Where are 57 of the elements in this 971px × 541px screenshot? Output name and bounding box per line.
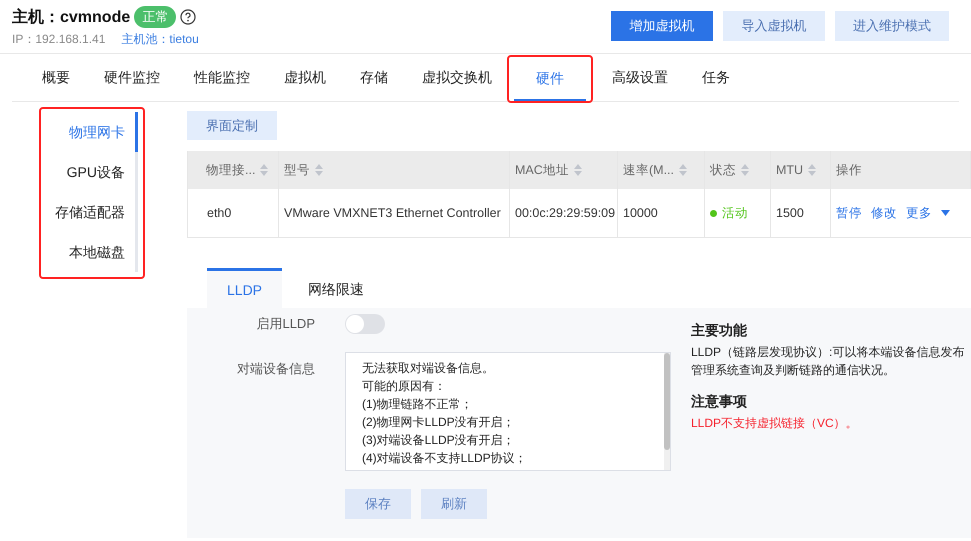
- table-cell: 10000: [623, 206, 658, 220]
- column-header[interactable]: 型号: [284, 162, 310, 178]
- column-header[interactable]: 速率(M...: [623, 162, 674, 178]
- customize-button[interactable]: 界面定制: [187, 111, 277, 140]
- action-button[interactable]: 增加虚拟机: [611, 11, 713, 41]
- table-cell: VMware VMXNET3 Ethernet Controller: [284, 206, 501, 220]
- column-header[interactable]: MAC地址: [515, 162, 569, 178]
- column-header[interactable]: MTU: [776, 163, 804, 177]
- field-label: 对端设备信息: [236, 360, 316, 378]
- host-title: 主机：cvmnode: [12, 7, 130, 28]
- sort-icon[interactable]: [260, 164, 268, 176]
- action-button[interactable]: 进入维护模式: [835, 11, 949, 41]
- form-button[interactable]: 刷新: [421, 489, 487, 519]
- help-icon[interactable]: [180, 9, 196, 25]
- tab[interactable]: 硬件: [514, 59, 586, 102]
- tab[interactable]: 存储: [348, 57, 400, 101]
- sort-icon[interactable]: [741, 164, 749, 176]
- sort-icon[interactable]: [808, 164, 816, 176]
- info-text: LLDP（链路层发现协议）:可以将本端设备信息发布 管理系统查询及判断链路的通信状况。: [691, 344, 964, 379]
- table-cell: eth0: [207, 206, 232, 220]
- sort-icon[interactable]: [315, 164, 323, 176]
- sidebar-item[interactable]: 物理网卡: [69, 112, 138, 152]
- tab[interactable]: 高级设置: [600, 57, 680, 101]
- info-text: LLDP不支持虚拟链接（VC）。: [691, 415, 859, 432]
- tab[interactable]: 硬件监控: [92, 57, 172, 101]
- tab[interactable]: 任务: [690, 57, 742, 101]
- action-link[interactable]: 暂停: [836, 204, 862, 222]
- tab[interactable]: 概要: [30, 57, 82, 101]
- column-header[interactable]: 操作: [836, 162, 862, 178]
- status-text: 活动: [722, 204, 748, 222]
- section-title: 注意事项: [691, 393, 748, 411]
- ip-address: IP：192.168.1.41: [12, 31, 106, 48]
- tab[interactable]: 虚拟交换机: [410, 57, 504, 101]
- tab[interactable]: 虚拟机: [272, 57, 338, 101]
- sort-icon[interactable]: [679, 164, 687, 176]
- field-label: 启用LLDP: [255, 315, 316, 333]
- form-button[interactable]: 保存: [345, 489, 411, 519]
- sidebar-item[interactable]: 存储适配器: [55, 192, 138, 232]
- action-link[interactable]: 修改: [871, 204, 897, 222]
- toggle-switch[interactable]: [345, 314, 385, 334]
- host-pool-link[interactable]: 主机池：tietou: [121, 31, 199, 48]
- caret-icon[interactable]: [941, 210, 950, 216]
- action-button[interactable]: 导入虚拟机: [723, 11, 825, 41]
- tab[interactable]: 性能监控: [182, 57, 262, 101]
- section-title: 主要功能: [691, 322, 748, 340]
- sidebar-item[interactable]: GPU设备: [66, 152, 138, 192]
- column-header[interactable]: 物理接...: [206, 162, 256, 178]
- column-header[interactable]: 状态: [710, 162, 736, 178]
- text-area[interactable]: 无法获取对端设备信息。 可能的原因有： (1)物理链路不正常； (2)物理网卡LLDP没有开启； (3)对端设备LLDP没有开启； (4)对端设备不支持LLDP协议；: [345, 352, 671, 471]
- sort-icon[interactable]: [574, 164, 582, 176]
- tab[interactable]: LLDP: [207, 268, 282, 308]
- table-cell: 00:0c:29:29:59:09: [515, 206, 616, 220]
- sidebar-item[interactable]: 本地磁盘: [69, 232, 138, 272]
- action-link[interactable]: 更多: [906, 204, 932, 222]
- tab[interactable]: 网络限速: [282, 268, 390, 308]
- table-cell: 1500: [776, 206, 804, 220]
- status-badge: 正常: [134, 6, 176, 28]
